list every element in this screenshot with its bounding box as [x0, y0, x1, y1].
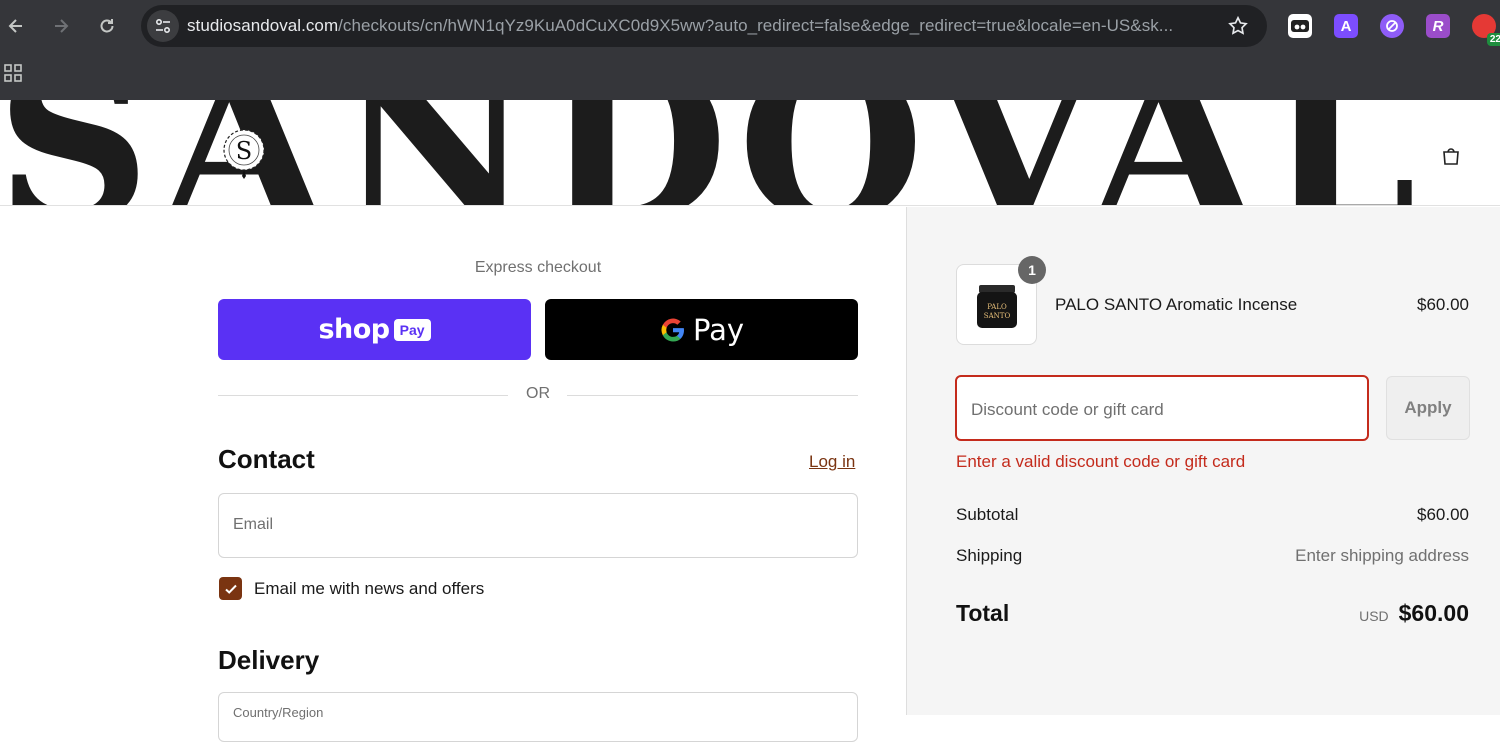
email-placeholder: Email — [233, 516, 274, 533]
contact-heading: Contact — [218, 444, 315, 474]
a-extension-icon[interactable]: A — [1334, 14, 1358, 38]
back-arrow-icon — [8, 19, 22, 33]
total-value: $60.00 — [1398, 600, 1469, 626]
google-g-icon — [661, 318, 684, 341]
total-amount: USD $60.00 — [1359, 600, 1469, 627]
or-divider: OR — [218, 385, 858, 407]
link-extension-icon[interactable] — [1380, 14, 1404, 38]
quantity-badge: 1 — [1018, 256, 1046, 284]
reader-extension-icon[interactable] — [1288, 14, 1312, 38]
r-extension-icon[interactable]: R — [1426, 14, 1450, 38]
currency-code: USD — [1359, 608, 1389, 624]
country-label: Country/Region — [233, 705, 324, 720]
site-info-button[interactable] — [147, 10, 179, 42]
or-text: OR — [526, 385, 550, 402]
shipping-value: Enter shipping address — [1295, 546, 1469, 565]
reload-icon — [100, 19, 114, 33]
subtotal-value: $60.00 — [1417, 505, 1469, 524]
product-name: PALO SANTO Aromatic Incense — [1055, 295, 1298, 314]
tune-icon — [155, 18, 171, 34]
google-pay-button[interactable]: Pay — [545, 299, 858, 360]
store-logo-icon[interactable]: S — [220, 124, 268, 180]
shop-pay-wordmark: shop — [318, 314, 390, 345]
total-label: Total — [956, 600, 1010, 626]
forward-button[interactable] — [47, 12, 75, 40]
url-path: /checkouts/cn/hWN1qYz9KuA0dCuXC0d9X5ww?a… — [338, 16, 1174, 35]
delivery-heading: Delivery — [218, 645, 320, 675]
checkmark-icon — [224, 584, 237, 594]
shop-pay-button[interactable]: shop Pay — [218, 299, 531, 360]
subtotal-label: Subtotal — [956, 505, 1019, 524]
badge-extension-icon[interactable]: 22 — [1472, 14, 1500, 46]
back-button[interactable] — [2, 12, 30, 40]
reload-button[interactable] — [93, 12, 121, 40]
newsletter-checkbox[interactable] — [219, 577, 242, 600]
product-price: $60.00 — [1417, 295, 1469, 314]
forward-arrow-icon — [55, 19, 69, 33]
email-field[interactable]: Email — [218, 493, 858, 558]
google-pay-wordmark: Pay — [692, 312, 745, 347]
discount-code-input[interactable]: Discount code or gift card — [955, 375, 1369, 441]
url-text[interactable]: studiosandoval.com/checkouts/cn/hWN1qYz9… — [187, 16, 1217, 36]
cart-icon[interactable] — [1440, 145, 1462, 167]
address-bar[interactable]: studiosandoval.com/checkouts/cn/hWN1qYz9… — [141, 5, 1267, 47]
login-link[interactable]: Log in — [809, 452, 855, 472]
discount-placeholder: Discount code or gift card — [971, 400, 1164, 419]
jar-label-line2: SANTO — [984, 312, 1011, 320]
apply-discount-button[interactable]: Apply — [1386, 376, 1470, 440]
bookmark-star-icon[interactable] — [1227, 15, 1249, 37]
shipping-label: Shipping — [956, 546, 1023, 565]
logo-letter: S — [236, 137, 252, 165]
url-domain: studiosandoval.com — [187, 16, 339, 35]
express-checkout-label: Express checkout — [474, 259, 602, 276]
shop-pay-pill: Pay — [393, 318, 431, 341]
discount-error-message: Enter a valid discount code or gift card — [956, 452, 1246, 471]
apps-grid-icon[interactable] — [4, 64, 22, 82]
brand-banner-text: SANDOVAL — [0, 100, 1426, 205]
extension-badge-count: 22 — [1486, 33, 1500, 46]
jar-label-line1: PALO — [987, 303, 1007, 311]
country-select[interactable]: Country/Region — [218, 692, 858, 742]
newsletter-label[interactable]: Email me with news and offers — [254, 579, 484, 599]
browser-chrome: studiosandoval.com/checkouts/cn/hWN1qYz9… — [0, 0, 1500, 100]
